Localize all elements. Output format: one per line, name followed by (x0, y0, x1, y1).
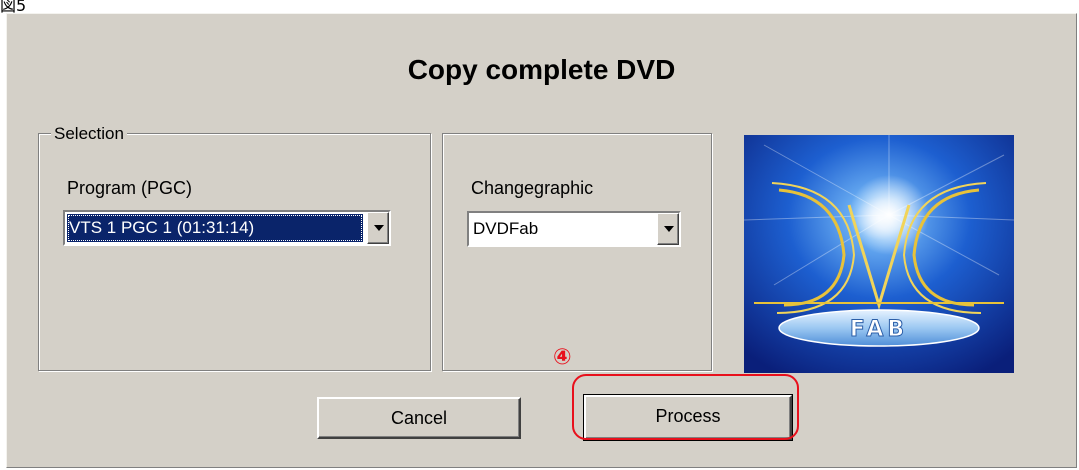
logo-text: FAB (850, 317, 908, 342)
selection-group: Selection Program (PGC) VTS 1 PGC 1 (01:… (38, 124, 431, 371)
changegraphic-label: Changegraphic (471, 178, 594, 198)
changegraphic-select[interactable]: DVDFab (467, 211, 681, 247)
changegraphic-group: Changegraphic DVDFab (442, 133, 712, 371)
dialog-title: Copy complete DVD (407, 54, 676, 85)
process-highlight-ring (572, 374, 799, 440)
dvdfab-logo: FAB (744, 135, 1014, 373)
program-select-value: VTS 1 PGC 1 (01:31:14) (67, 214, 363, 242)
changegraphic-select-value: DVDFab (473, 219, 539, 238)
program-select[interactable]: VTS 1 PGC 1 (01:31:14) (63, 210, 391, 246)
copy-dvd-dialog: Copy complete DVD Selection Program (PGC… (6, 13, 1077, 468)
program-label: Program (PGC) (67, 178, 193, 198)
chevron-down-icon (374, 225, 384, 231)
cancel-button[interactable]: Cancel (317, 397, 521, 439)
step-marker: ④ (553, 345, 572, 370)
program-dropdown-button[interactable] (367, 212, 389, 244)
changegraphic-dropdown-button[interactable] (657, 213, 679, 245)
chevron-down-icon (664, 226, 674, 232)
selection-legend: Selection (51, 124, 127, 144)
